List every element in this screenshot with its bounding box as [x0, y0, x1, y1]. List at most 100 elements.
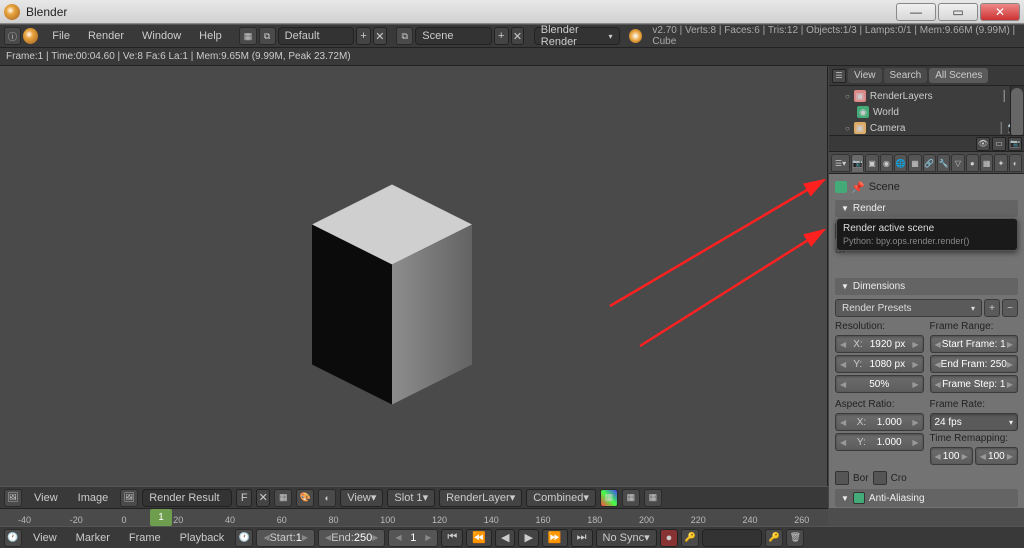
remap-new-field[interactable]: ◀100▶ [975, 447, 1018, 465]
tab-object[interactable]: ▦ [908, 154, 921, 172]
keyframe-next-button[interactable]: ⏩ [542, 529, 568, 547]
keyingset-field[interactable] [702, 529, 762, 547]
resolution-x-field[interactable]: ◀X:1920 px▶ [835, 335, 924, 353]
slot-dropdown[interactable]: Slot 1 ▾ [387, 489, 435, 507]
properties-editor-icon[interactable]: ☰▾ [831, 154, 850, 172]
outliner-filter-select-icon[interactable]: ▭ [992, 137, 1006, 151]
current-frame-input[interactable]: 1 [388, 529, 438, 547]
menu-help[interactable]: Help [191, 28, 230, 44]
browse-layout-icon[interactable]: ⧉ [259, 27, 276, 45]
fake-user-button[interactable]: F [236, 489, 252, 507]
viewport-3d[interactable] [0, 66, 828, 508]
layout-field[interactable]: Default [278, 27, 354, 45]
outliner-tab-search[interactable]: Search [884, 68, 928, 83]
tab-scene[interactable]: ◉ [880, 154, 893, 172]
outliner-filter-visible-icon[interactable]: 👁 [976, 137, 990, 151]
scene-field[interactable]: Scene [415, 27, 491, 45]
jump-start-button[interactable]: ⏮ [441, 529, 463, 547]
image-menu-image[interactable]: Image [70, 490, 117, 506]
jump-end-button[interactable]: ⏭ [571, 529, 593, 547]
frame-step-field[interactable]: ◀Frame Step: 1▶ [930, 375, 1019, 393]
render-presets-dropdown[interactable]: Render Presets▾ [835, 299, 982, 317]
sync-dropdown[interactable]: No Sync ▾ [596, 529, 657, 547]
fps-dropdown[interactable]: 24 fps▾ [930, 413, 1019, 431]
image-browse-icon[interactable]: 🖼 [120, 489, 138, 507]
crop-checkbox[interactable] [873, 471, 887, 485]
play-reverse-button[interactable]: ◀ [495, 529, 515, 547]
tab-world[interactable]: 🌐 [894, 154, 907, 172]
key-delete-icon[interactable]: 🗑 [786, 529, 804, 547]
render-engine-dropdown[interactable]: Blender Render▾ [534, 27, 620, 45]
maximize-button[interactable]: ▭ [938, 3, 978, 21]
image-menu-view[interactable]: View [26, 490, 66, 506]
tab-physics[interactable]: ◐ [1009, 154, 1022, 172]
outliner-row-world[interactable]: ◉ World [833, 104, 1020, 120]
pass-dropdown[interactable]: Combined ▾ [526, 489, 596, 507]
tab-renderlayers[interactable]: ▣ [865, 154, 878, 172]
end-frame-input[interactable]: End:250 [318, 529, 385, 547]
outliner-filter-render-icon[interactable]: 📷 [1008, 137, 1022, 151]
play-button[interactable]: ▶ [518, 529, 538, 547]
menu-file[interactable]: File [44, 28, 78, 44]
add-preset-button[interactable]: + [984, 299, 1000, 317]
autokey-button[interactable]: ● [660, 529, 679, 547]
aspect-x-field[interactable]: ◀X:1.000▶ [835, 413, 924, 431]
add-scene-button[interactable]: + [494, 27, 509, 45]
timeline-cursor[interactable]: 1 [150, 509, 172, 526]
close-button[interactable]: ✕ [980, 3, 1020, 21]
renderlayer-dropdown[interactable]: RenderLayer ▾ [439, 489, 522, 507]
remove-scene-button[interactable]: ✕ [511, 27, 524, 45]
outliner-scrollbar[interactable] [1010, 86, 1024, 135]
browse-scene-icon[interactable]: ⧉ [396, 27, 413, 45]
remove-layout-button[interactable]: ✕ [373, 27, 386, 45]
scene-pin-icon[interactable]: 📌 [851, 181, 865, 194]
outliner-editor-icon[interactable]: ☰ [832, 69, 846, 83]
timeline-ruler[interactable]: 1 -40-2002040608010012014016018020022024… [0, 508, 828, 526]
remove-preset-button[interactable]: − [1002, 299, 1018, 317]
timeline-menu-marker[interactable]: Marker [68, 530, 118, 546]
panel-render-title[interactable]: Render [835, 200, 1018, 217]
tab-constraints[interactable]: 🔗 [923, 154, 936, 172]
start-frame-input[interactable]: Start:1 [256, 529, 315, 547]
screens-icon[interactable]: ▦ [239, 27, 256, 45]
resolution-pct-field[interactable]: ◀50%▶ [835, 375, 924, 393]
menu-window[interactable]: Window [134, 28, 189, 44]
panel-aa-title[interactable]: Anti-Aliasing [835, 489, 1018, 507]
timeline-menu-playback[interactable]: Playback [172, 530, 233, 546]
channel-rgb-icon[interactable]: ▦ [622, 489, 640, 507]
start-frame-field[interactable]: ◀Start Frame: 1▶ [930, 335, 1019, 353]
minimize-button[interactable]: — [896, 3, 936, 21]
editor-type-icon[interactable]: ⓘ [4, 27, 21, 45]
border-checkbox[interactable] [835, 471, 849, 485]
uv-icon[interactable]: ▦ [274, 489, 292, 507]
image-view-dropdown[interactable]: View ▾ [340, 489, 383, 507]
timeline-menu-view[interactable]: View [25, 530, 65, 546]
aa-checkbox[interactable] [853, 492, 865, 504]
tab-texture[interactable]: ▦ [980, 154, 993, 172]
timeline-menu-frame[interactable]: Frame [121, 530, 169, 546]
unlink-image-button[interactable]: ✕ [256, 489, 270, 507]
paint-icon[interactable]: 🎨 [296, 489, 314, 507]
outliner-row-camera[interactable]: ○ ▣ Camera │ 📷 [833, 120, 1020, 135]
resolution-y-field[interactable]: ◀Y:1080 px▶ [835, 355, 924, 373]
outliner-tab-allscenes[interactable]: All Scenes [929, 68, 988, 83]
channel-alpha-icon[interactable]: ▦ [644, 489, 662, 507]
use-preview-range-icon[interactable]: 🕐 [235, 529, 253, 547]
tab-data[interactable]: ▽ [951, 154, 964, 172]
timeline-editor-icon[interactable]: 🕐 [4, 529, 22, 547]
tab-particles[interactable]: ✦ [994, 154, 1007, 172]
image-name-field[interactable]: Render Result [142, 489, 232, 507]
add-layout-button[interactable]: + [356, 27, 371, 45]
keyframe-prev-button[interactable]: ⏪ [466, 529, 492, 547]
keyingset-icon[interactable]: 🔑 [681, 529, 699, 547]
channel-rgba-icon[interactable]: ▦ [600, 489, 618, 507]
remap-old-field[interactable]: ◀100▶ [930, 447, 973, 465]
aspect-y-field[interactable]: ◀Y:1.000▶ [835, 433, 924, 451]
image-editor-type-icon[interactable]: 🖼 [4, 489, 22, 507]
outliner-row-renderlayers[interactable]: ○ ▣ RenderLayers │ ▣ [833, 88, 1020, 104]
panel-dimensions-title[interactable]: Dimensions [835, 278, 1018, 295]
tab-render[interactable]: 📷 [851, 154, 864, 172]
end-frame-field[interactable]: ◀End Fram: 250▶ [930, 355, 1019, 373]
mask-icon[interactable]: ◐ [318, 489, 336, 507]
menu-render[interactable]: Render [80, 28, 132, 44]
